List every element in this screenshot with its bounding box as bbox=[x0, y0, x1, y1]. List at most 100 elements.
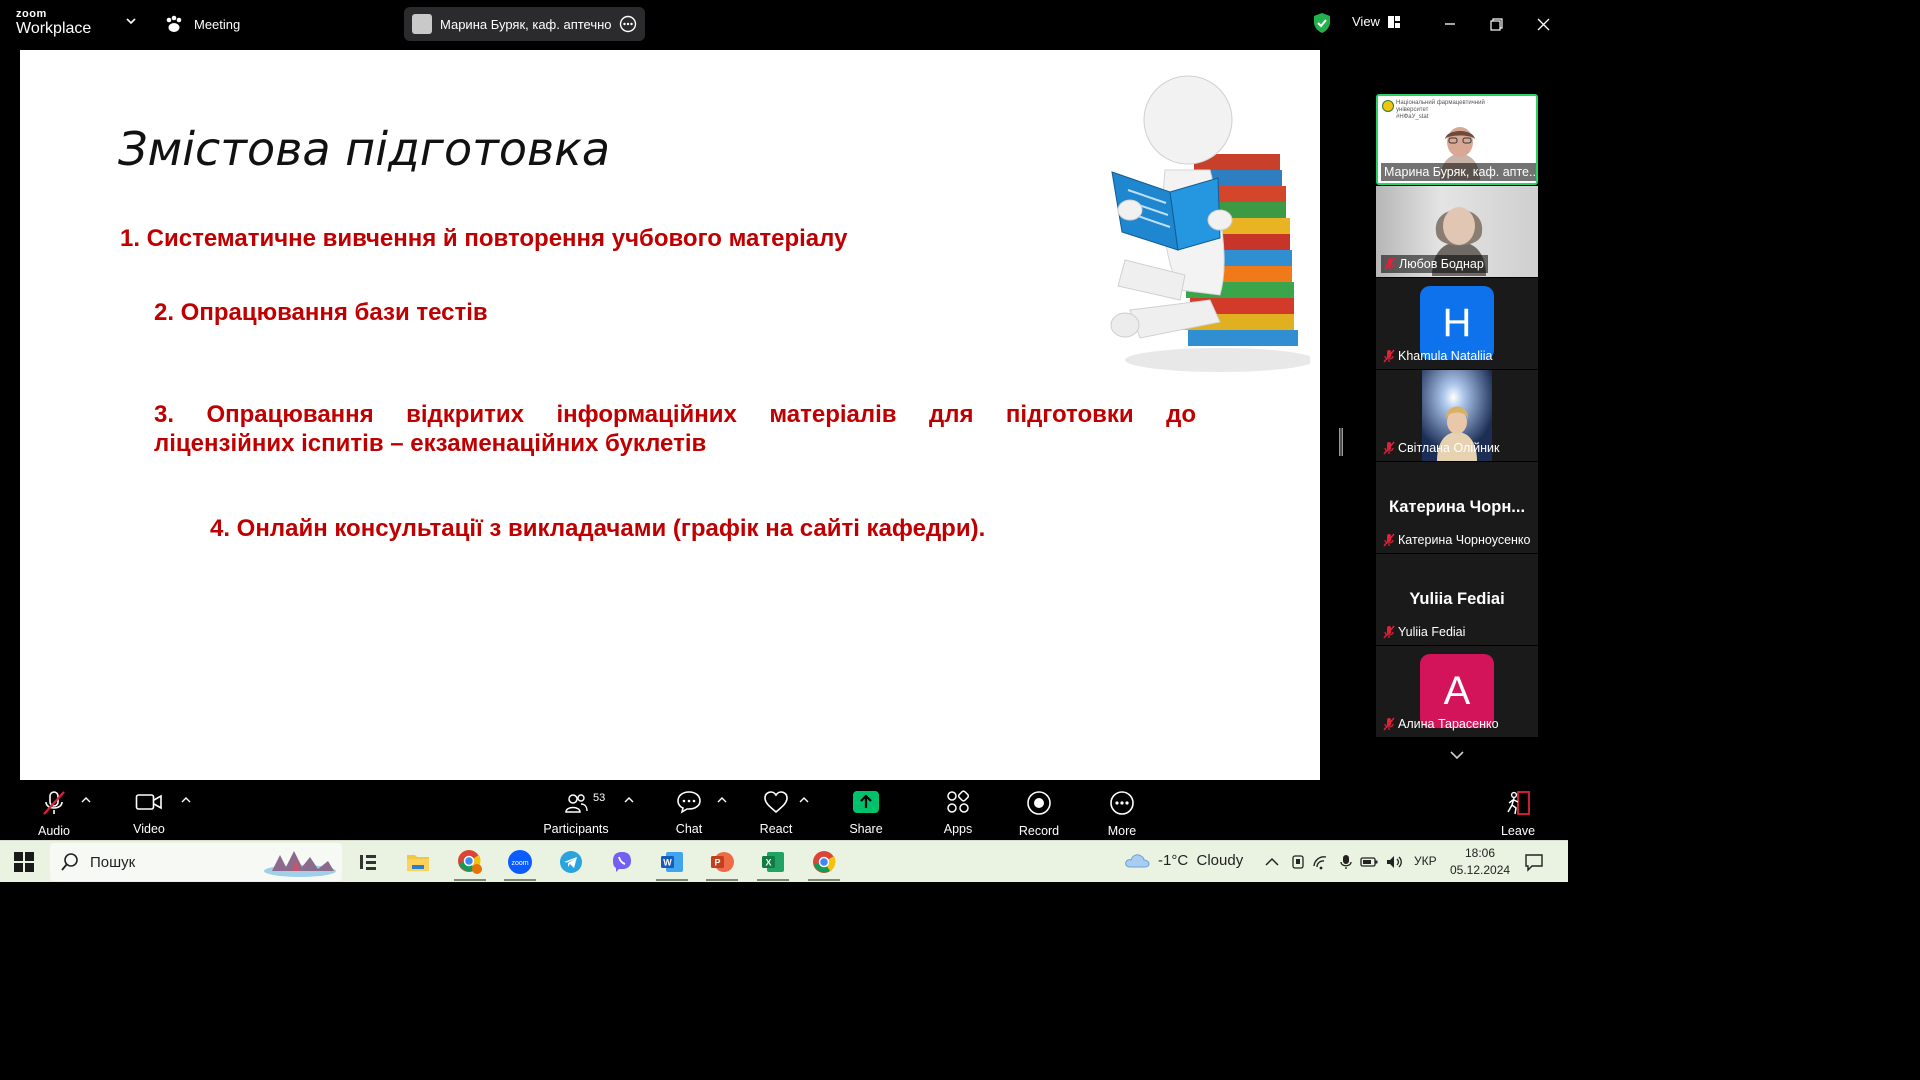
react-label: React bbox=[759, 822, 793, 836]
reading-figure-illustration bbox=[1110, 75, 1310, 372]
participants-count: 53 bbox=[593, 792, 606, 804]
leave-label: Leave bbox=[1500, 824, 1536, 838]
participant-tile[interactable]: Світлана Олійник bbox=[1376, 370, 1538, 461]
more-button[interactable]: More bbox=[1100, 790, 1144, 838]
telegram-icon bbox=[560, 851, 582, 873]
chevron-down-icon bbox=[1450, 751, 1464, 760]
participant-tile[interactable]: Катерина Чорн... Катерина Чорноусенко bbox=[1376, 462, 1538, 553]
zoom-taskbar-button[interactable]: zoom bbox=[502, 846, 538, 881]
word-button[interactable]: W bbox=[654, 846, 690, 881]
file-explorer-button[interactable] bbox=[400, 846, 436, 878]
minimize-button[interactable] bbox=[1438, 12, 1462, 36]
microphone-status[interactable] bbox=[1337, 853, 1355, 871]
participants-options-caret-icon[interactable] bbox=[624, 796, 634, 804]
battery-status[interactable] bbox=[1360, 853, 1378, 871]
apps-icon bbox=[947, 790, 970, 813]
react-options-caret-icon[interactable] bbox=[799, 796, 809, 804]
participant-tile[interactable]: A Алина Тарасенко bbox=[1376, 646, 1538, 737]
meeting-controls: Audio Video 53 Participants Chat React S… bbox=[0, 780, 1568, 840]
windows-start-icon[interactable] bbox=[14, 852, 34, 872]
leave-door-icon bbox=[1507, 791, 1530, 815]
notification-icon[interactable] bbox=[1524, 852, 1544, 872]
participant-tile[interactable]: H Khamula Nataliia bbox=[1376, 278, 1538, 369]
meeting-info-button[interactable]: Meeting bbox=[164, 12, 240, 36]
participants-label: Participants bbox=[543, 822, 609, 836]
video-button[interactable]: Video bbox=[124, 790, 174, 836]
paw-meeting-icon bbox=[166, 15, 182, 32]
input-language[interactable]: УКР bbox=[1414, 854, 1437, 868]
participant-name: Алина Тарасенко bbox=[1381, 715, 1503, 733]
wifi-button[interactable] bbox=[1312, 853, 1330, 871]
speaker-icon bbox=[1387, 856, 1402, 868]
tray-device-button[interactable] bbox=[1289, 853, 1307, 871]
panel-resize-handle[interactable] bbox=[1339, 428, 1343, 456]
participant-name: Khamula Nataliia bbox=[1381, 347, 1497, 365]
more-label: More bbox=[1107, 824, 1137, 838]
weather-widget[interactable]: -1°C Cloudy bbox=[1124, 851, 1243, 869]
participants-icon bbox=[565, 794, 588, 813]
search-highlight-image bbox=[264, 851, 336, 877]
restore-button[interactable] bbox=[1484, 12, 1508, 36]
apps-button[interactable]: Apps bbox=[936, 790, 980, 836]
speaker-avatar bbox=[412, 14, 432, 34]
presentation-slide: Змістова підготовка 1. Систематичне вивч… bbox=[20, 50, 1320, 780]
view-label: View bbox=[1352, 14, 1380, 29]
volume-button[interactable] bbox=[1385, 853, 1403, 871]
chevron-up-icon bbox=[1265, 857, 1279, 866]
participant-tile[interactable]: Yuliia Fediai Yuliia Fediai bbox=[1376, 554, 1538, 645]
system-clock[interactable]: 18:06 05.12.2024 bbox=[1450, 845, 1510, 879]
chrome-icon bbox=[813, 851, 836, 873]
slide-title: Змістова підготовка bbox=[118, 122, 611, 176]
share-button[interactable]: Share bbox=[844, 790, 888, 836]
brand-line-1: zoom bbox=[16, 8, 47, 20]
svg-text:X: X bbox=[765, 858, 771, 868]
audio-options-caret-icon[interactable] bbox=[81, 796, 91, 804]
chat-options-caret-icon[interactable] bbox=[717, 796, 727, 804]
slide-point-3-line-1: 3. Опрацювання відкритих інформаційних м… bbox=[154, 401, 1196, 428]
taskbar-search-box[interactable]: Пошук bbox=[50, 843, 342, 881]
security-shield-icon[interactable] bbox=[1312, 12, 1332, 34]
excel-button[interactable]: X bbox=[755, 846, 791, 881]
mic-muted-icon bbox=[1384, 257, 1396, 271]
task-view-button[interactable] bbox=[350, 846, 386, 878]
background-hashtag: #НФаУ_stat bbox=[1396, 114, 1429, 120]
view-button[interactable]: View bbox=[1352, 14, 1400, 29]
chevron-down-icon[interactable] bbox=[124, 14, 138, 28]
video-options-caret-icon[interactable] bbox=[181, 796, 191, 804]
participant-tile[interactable]: Любов Боднар bbox=[1376, 186, 1538, 277]
more-icon bbox=[1110, 791, 1134, 815]
gallery-scroll-down-button[interactable] bbox=[1418, 740, 1496, 770]
file-explorer-icon bbox=[407, 855, 429, 871]
slide-point-1: 1. Систематичне вивчення й повторення уч… bbox=[120, 225, 848, 252]
excel-icon: X bbox=[762, 852, 784, 872]
wifi-icon bbox=[1313, 856, 1327, 870]
participant-name: Любов Боднар bbox=[1381, 255, 1488, 273]
restore-icon bbox=[1489, 17, 1503, 31]
participant-tile[interactable]: Національний фармацевтичний університет … bbox=[1376, 94, 1538, 185]
participant-name-text: Алина Тарасенко bbox=[1398, 717, 1499, 731]
search-placeholder: Пошук bbox=[90, 854, 136, 871]
record-button[interactable]: Record bbox=[1016, 790, 1062, 838]
zoom-workplace-logo[interactable]: zoom Workplace bbox=[16, 9, 91, 37]
active-speaker-pill[interactable]: Марина Буряк, каф. аптечної те bbox=[404, 7, 645, 41]
running-indicator bbox=[757, 879, 789, 881]
audio-button[interactable]: Audio bbox=[28, 790, 80, 838]
tray-overflow-button[interactable] bbox=[1263, 853, 1281, 871]
viber-button[interactable] bbox=[604, 846, 640, 878]
slide-point-3-line-2: ліцензійних іспитів – екзаменаційних бук… bbox=[154, 430, 707, 457]
chrome-profile-button[interactable] bbox=[452, 846, 488, 881]
participants-button[interactable]: 53 Participants bbox=[540, 790, 612, 836]
university-logo-icon bbox=[1382, 100, 1394, 112]
chat-button[interactable]: Chat bbox=[666, 790, 712, 836]
running-indicator bbox=[454, 879, 486, 881]
background-caption: Національний фармацевтичний університет bbox=[1396, 100, 1485, 113]
chrome-button[interactable] bbox=[806, 846, 842, 881]
weather-text: -1°C Cloudy bbox=[1158, 851, 1244, 869]
leave-button[interactable]: Leave bbox=[1496, 790, 1540, 838]
record-label: Record bbox=[1018, 824, 1060, 838]
close-button[interactable] bbox=[1531, 12, 1555, 36]
telegram-button[interactable] bbox=[553, 846, 589, 878]
react-button[interactable]: React bbox=[754, 790, 798, 836]
more-options-icon[interactable] bbox=[619, 15, 637, 33]
powerpoint-button[interactable]: P bbox=[704, 846, 740, 881]
